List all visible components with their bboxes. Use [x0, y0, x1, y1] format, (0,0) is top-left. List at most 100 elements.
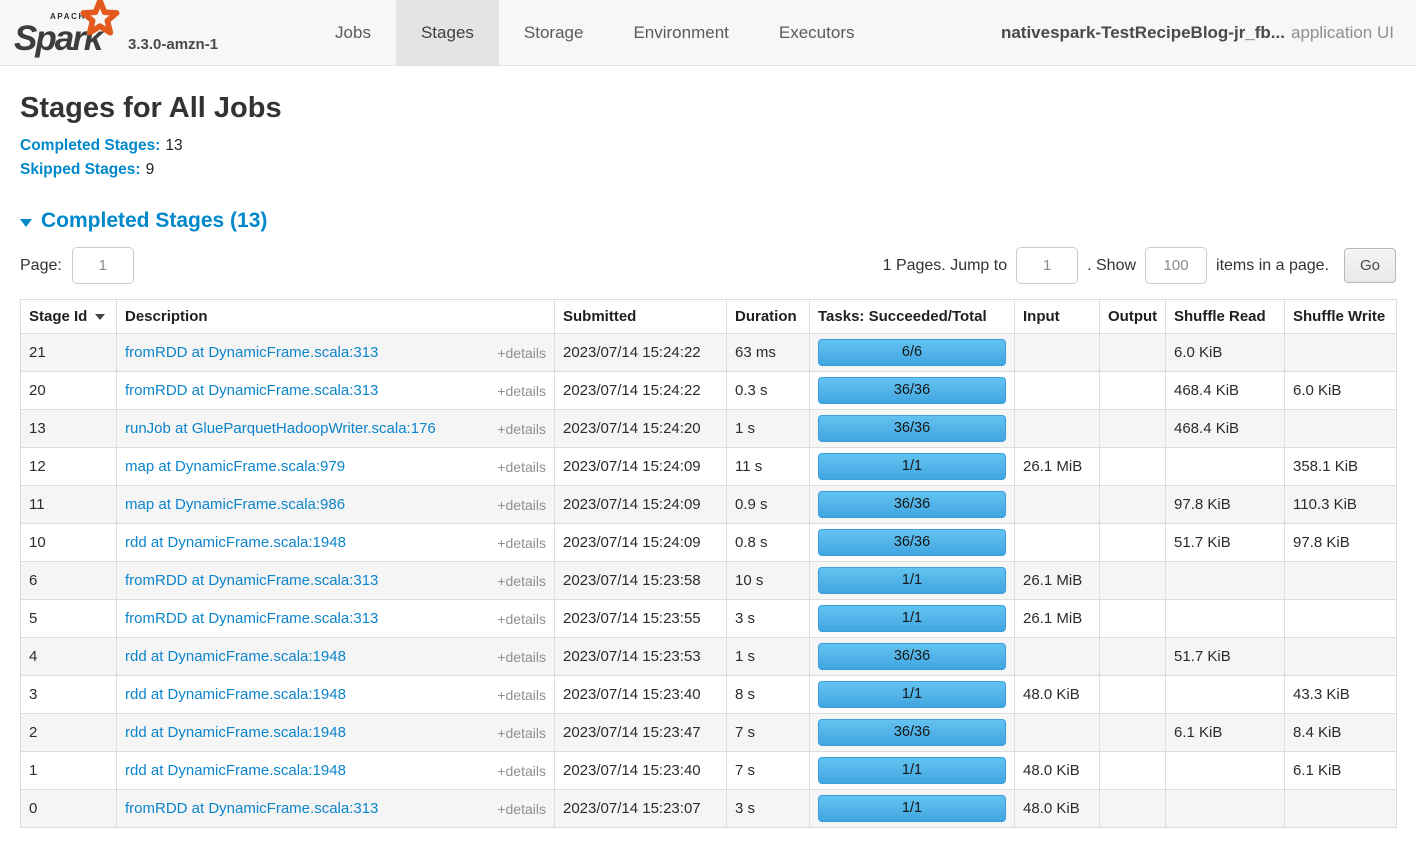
duration-cell: 11 s [727, 448, 810, 486]
description-cell: fromRDD at DynamicFrame.scala:313 +detail… [117, 600, 555, 638]
stage-description-link[interactable]: map at DynamicFrame.scala:986 [125, 496, 345, 513]
table-header-row: Stage IdDescription Submitted DurationTask… [21, 300, 1397, 334]
sort-descending-icon [95, 314, 105, 320]
go-button[interactable]: Go [1344, 248, 1396, 283]
column-header-label: Submitted [563, 308, 636, 325]
input-cell: 26.1 MiB [1015, 600, 1100, 638]
jump-to-page-input[interactable] [1016, 247, 1078, 284]
details-toggle[interactable]: +details [497, 725, 546, 741]
column-header-shuffle-write[interactable]: Shuffle Write [1285, 300, 1397, 334]
output-cell [1100, 600, 1166, 638]
stage-description-link[interactable]: rdd at DynamicFrame.scala:1948 [125, 686, 346, 703]
stage-description-link[interactable]: map at DynamicFrame.scala:979 [125, 458, 345, 475]
details-toggle[interactable]: +details [497, 383, 546, 399]
column-header-input[interactable]: Input [1015, 300, 1100, 334]
stage-id-cell: 10 [21, 524, 117, 562]
items-per-page-input[interactable] [1145, 247, 1207, 284]
details-toggle[interactable]: +details [497, 801, 546, 817]
stage-description-link[interactable]: rdd at DynamicFrame.scala:1948 [125, 534, 346, 551]
stage-row: 6fromRDD at DynamicFrame.scala:313+detai… [21, 562, 1397, 600]
completed-stages-table: Stage IdDescription Submitted DurationTask… [20, 299, 1397, 828]
output-cell [1100, 714, 1166, 752]
stage-summary: Completed Stages:13 Skipped Stages:9 [20, 137, 1396, 179]
section-header-label: Completed Stages (13) [41, 209, 267, 233]
stage-description-link[interactable]: rdd at DynamicFrame.scala:1948 [125, 762, 346, 779]
stage-description-link[interactable]: rdd at DynamicFrame.scala:1948 [125, 724, 346, 741]
stage-row: 10 rdd at DynamicFrame.scala:1948 +details… [21, 524, 1397, 562]
submitted-cell: 2023/07/14 15:24:09 [555, 448, 727, 486]
column-header-tasks-succeeded-total[interactable]: Tasks: Succeeded/Total [810, 300, 1015, 334]
stage-description-link[interactable]: fromRDD at DynamicFrame.scala:313 [125, 572, 378, 589]
details-toggle[interactable]: +details [497, 687, 546, 703]
details-toggle[interactable]: +details [497, 573, 546, 589]
stage-id-cell: 1 [21, 752, 117, 790]
column-header-duration[interactable]: Duration [727, 300, 810, 334]
details-toggle[interactable]: +details [497, 497, 546, 513]
stage-description-link[interactable]: runJob at GlueParquetHadoopWriter.scala:… [125, 420, 436, 437]
pagination-left: Page: [20, 247, 134, 284]
input-cell [1015, 524, 1100, 562]
shuffle-read-cell [1166, 600, 1285, 638]
details-toggle[interactable]: +details [497, 611, 546, 627]
details-toggle[interactable]: +details [497, 421, 546, 437]
shuffle-read-cell: 6.1 KiB [1166, 714, 1285, 752]
stage-description-link[interactable]: fromRDD at DynamicFrame.scala:313 [125, 800, 378, 817]
skipped-stages-summary: Skipped Stages: 9 [20, 161, 1396, 179]
duration-cell: 3 s [727, 790, 810, 828]
output-cell [1100, 638, 1166, 676]
nav-tab-stages[interactable]: Stages [396, 0, 499, 65]
stage-id-cell: 11 [21, 486, 117, 524]
tasks-cell: 1/1 [810, 448, 1015, 486]
stage-id-cell: 20 [21, 372, 117, 410]
pagination-right: 1 Pages. Jump to . Show items in a page.… [883, 247, 1396, 284]
column-header-submitted[interactable]: Submitted [555, 300, 727, 334]
application-name: nativespark-TestRecipeBlog-jr_fb... [1001, 23, 1285, 43]
stage-id-cell: 5 [21, 600, 117, 638]
tasks-cell: 36/36 [810, 372, 1015, 410]
column-header-description[interactable]: Description [117, 300, 555, 334]
nav-tab-storage[interactable]: Storage [499, 0, 609, 65]
description-cell: fromRDD at DynamicFrame.scala:313 +detail… [117, 372, 555, 410]
tasks-cell: 1/1 [810, 676, 1015, 714]
current-page-input[interactable] [72, 247, 134, 284]
tasks-cell: 36/36 [810, 486, 1015, 524]
nav-tab-jobs[interactable]: Jobs [310, 0, 396, 65]
stage-description-link[interactable]: rdd at DynamicFrame.scala:1948 [125, 648, 346, 665]
tasks-progress-bar: 1/1 [818, 681, 1006, 708]
details-toggle[interactable]: +details [497, 649, 546, 665]
details-toggle[interactable]: +details [497, 763, 546, 779]
details-toggle[interactable]: +details [497, 345, 546, 361]
shuffle-read-cell [1166, 752, 1285, 790]
stage-row: 3rdd at DynamicFrame.scala:1948+details2… [21, 676, 1397, 714]
submitted-cell: 2023/07/14 15:23:53 [555, 638, 727, 676]
skipped-stages-label: Skipped Stages: [20, 161, 141, 178]
details-toggle[interactable]: +details [497, 459, 546, 475]
details-toggle[interactable]: +details [497, 535, 546, 551]
stage-description-link[interactable]: fromRDD at DynamicFrame.scala:313 [125, 610, 378, 627]
description-wrap: rdd at DynamicFrame.scala:1948 +details [125, 534, 546, 551]
description-cell: rdd at DynamicFrame.scala:1948 +details [117, 714, 555, 752]
stage-description-link[interactable]: fromRDD at DynamicFrame.scala:313 [125, 344, 378, 361]
skipped-stages-count: 9 [146, 161, 155, 178]
nav-tab-executors[interactable]: Executors [754, 0, 880, 65]
submitted-cell: 2023/07/14 15:24:09 [555, 486, 727, 524]
tasks-progress-bar: 1/1 [818, 605, 1006, 632]
submitted-cell: 2023/07/14 15:23:58 [555, 562, 727, 600]
completed-stages-section-toggle[interactable]: Completed Stages (13) [20, 209, 1396, 233]
duration-cell: 0.9 s [727, 486, 810, 524]
duration-cell: 7 s [727, 714, 810, 752]
nav-tab-environment[interactable]: Environment [608, 0, 753, 65]
completed-stages-label: Completed Stages: [20, 137, 160, 154]
input-cell [1015, 372, 1100, 410]
pagination-bar: Page: 1 Pages. Jump to . Show items in a… [20, 247, 1396, 284]
duration-cell: 0.3 s [727, 372, 810, 410]
description-cell: map at DynamicFrame.scala:986 +details [117, 486, 555, 524]
submitted-cell: 2023/07/14 15:24:22 [555, 372, 727, 410]
shuffle-read-cell: 51.7 KiB [1166, 638, 1285, 676]
column-header-shuffle-read[interactable]: Shuffle Read [1166, 300, 1285, 334]
column-header-output[interactable]: Output [1100, 300, 1166, 334]
application-title: nativespark-TestRecipeBlog-jr_fb... appl… [1001, 0, 1394, 65]
column-header-stage-id[interactable]: Stage Id [21, 300, 117, 334]
stage-description-link[interactable]: fromRDD at DynamicFrame.scala:313 [125, 382, 378, 399]
tasks-cell: 36/36 [810, 638, 1015, 676]
